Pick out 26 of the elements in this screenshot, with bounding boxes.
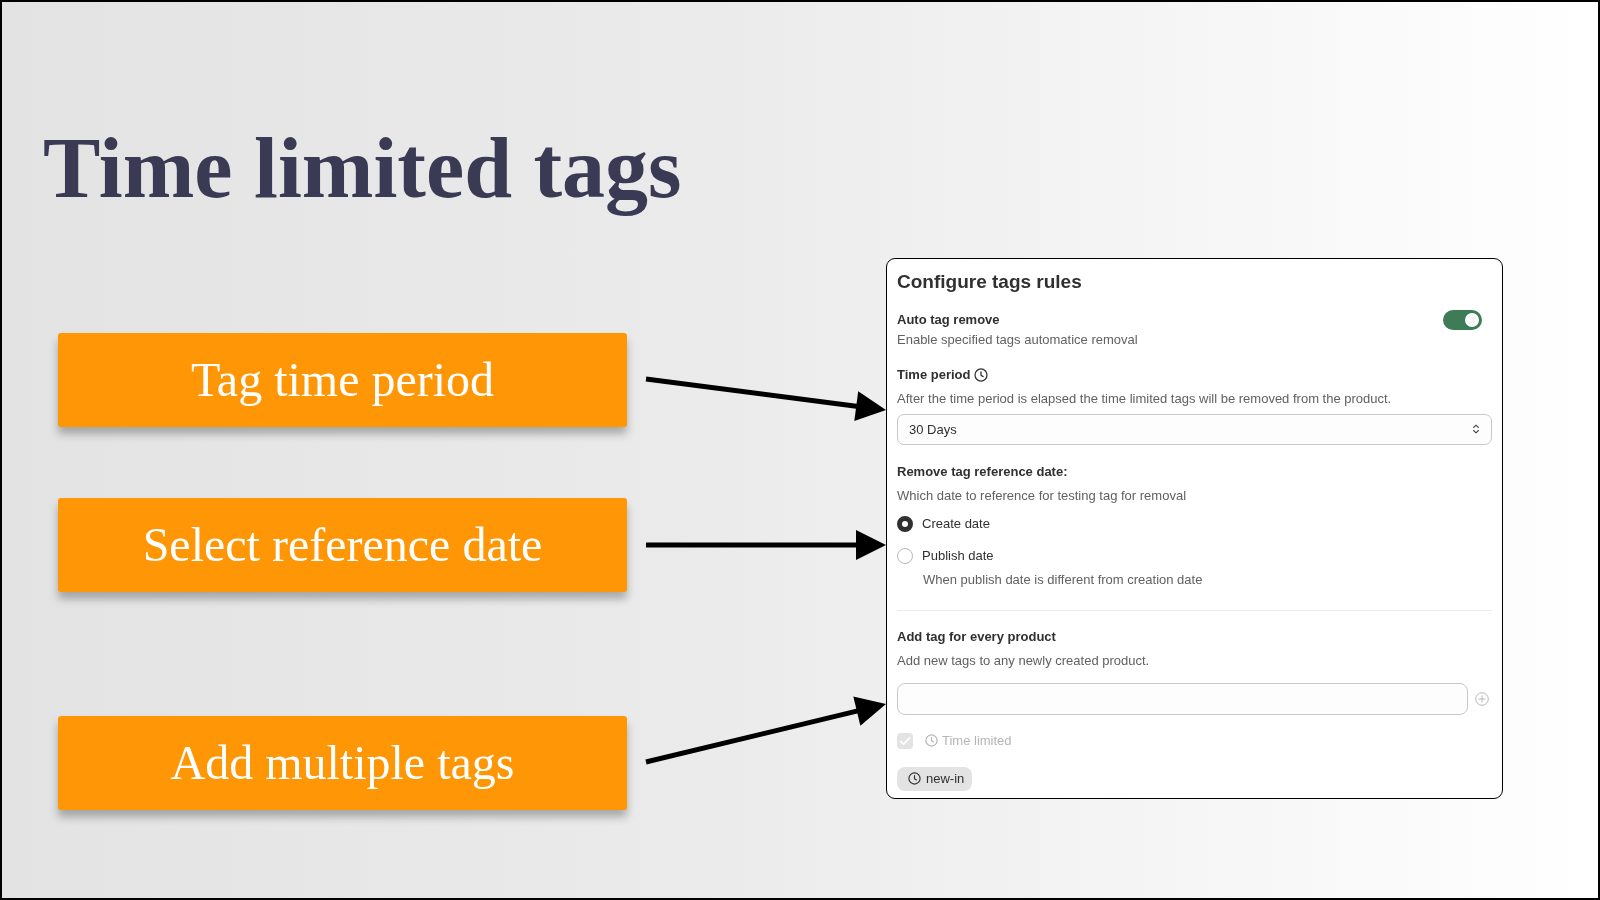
section-label: Time period [897, 365, 971, 384]
section-label: Auto tag remove [897, 310, 1000, 329]
section-description: Add new tags to any newly created product. [897, 651, 1150, 670]
callout-banner: Select reference date [58, 497, 627, 592]
section-description: After the time period is elapsed the time limited tags will be removed from the product. [897, 389, 1392, 408]
tag-input-field[interactable] [897, 682, 1468, 715]
radio-button[interactable] [897, 515, 913, 532]
plus-circle-icon[interactable] [1475, 691, 1489, 706]
radio-button[interactable] [897, 547, 913, 564]
section-description: Enable specified tags automatice removal [897, 330, 1138, 349]
select-dropdown[interactable]: 30 Days [897, 413, 1492, 445]
section-label: Remove tag reference date: [897, 462, 1068, 481]
section-label: Add tag for every product [897, 627, 1056, 646]
radio-label[interactable]: Publish date [922, 545, 994, 566]
radio-label[interactable]: Create date [922, 513, 990, 534]
panel-title: Configure tags rules [897, 269, 1082, 294]
clock-icon [908, 772, 921, 786]
toggle-switch[interactable] [1443, 309, 1482, 330]
clock-icon [925, 734, 938, 748]
section-description: Which date to reference for testing tag for removal [897, 486, 1187, 505]
section-description: When publish date is different from creation date [923, 570, 1203, 589]
callout-banner: Tag time period [58, 332, 627, 427]
callout-banner: Add multiple tags [58, 715, 627, 810]
slide-title: Time limited tags [43, 119, 682, 218]
clock-icon [974, 367, 989, 382]
tag-label: new-in [926, 769, 965, 788]
